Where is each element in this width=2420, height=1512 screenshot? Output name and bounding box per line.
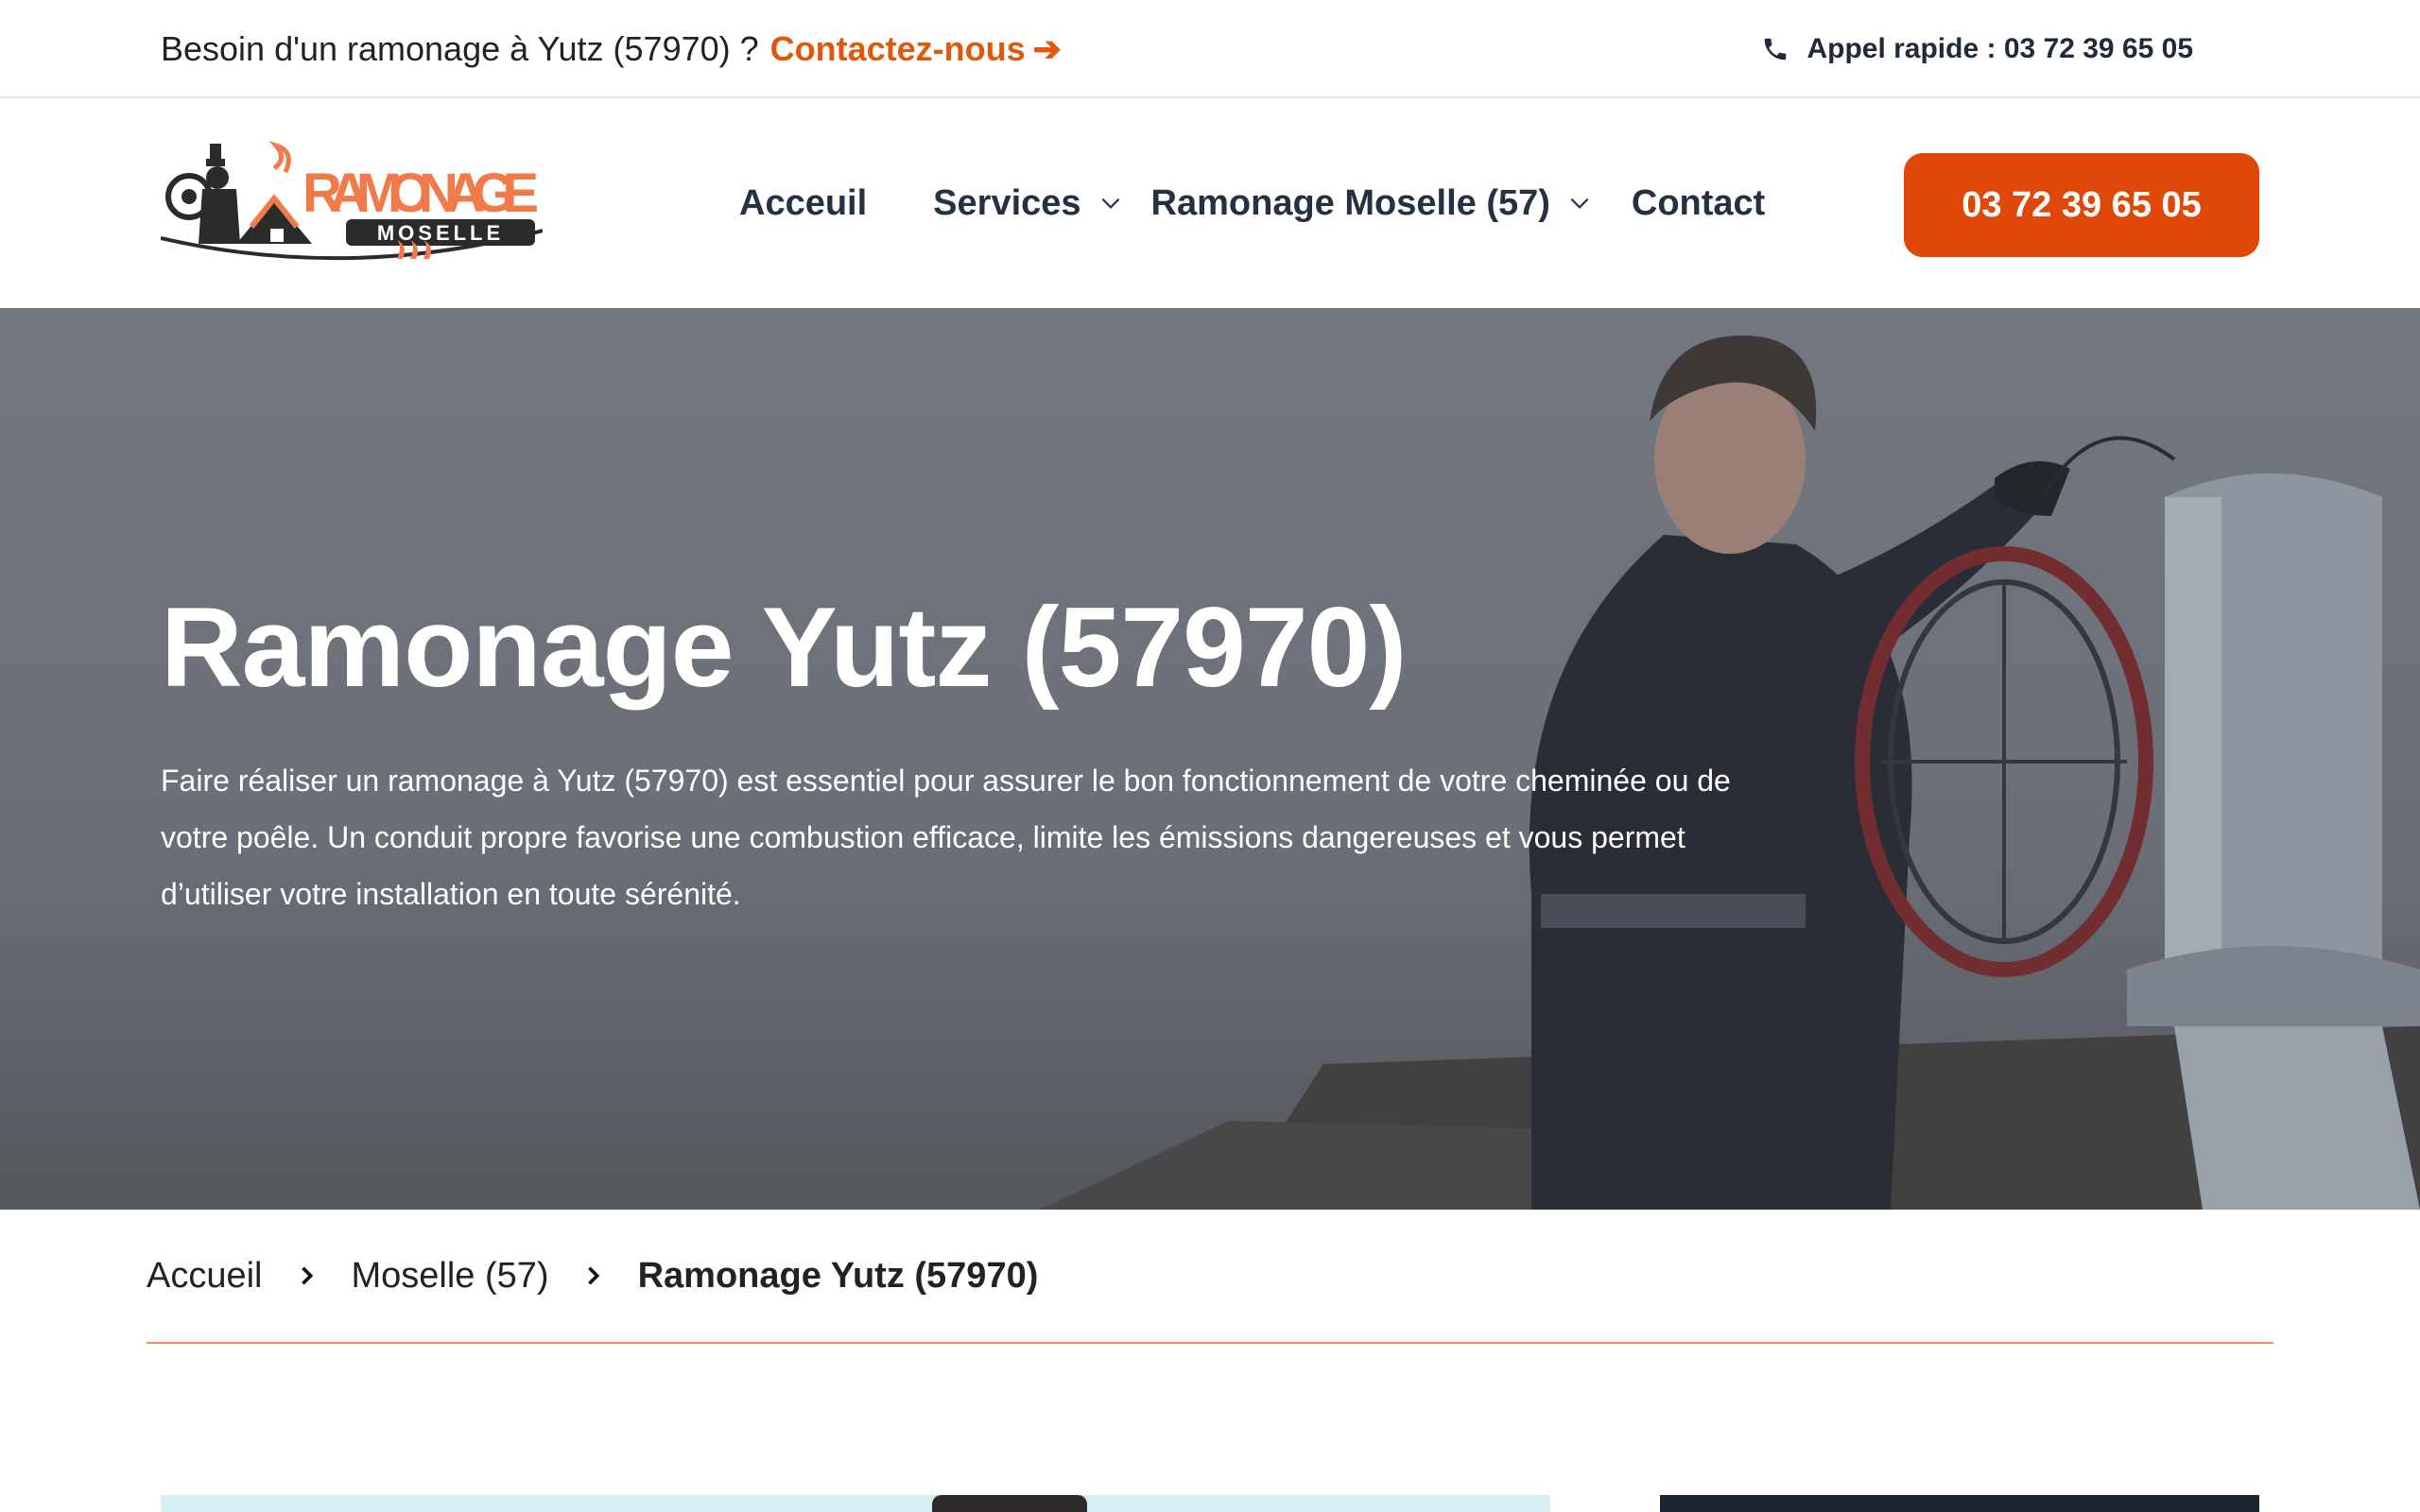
chevron-down-icon [1101, 198, 1119, 209]
breadcrumb-home[interactable]: Accueil [147, 1256, 263, 1297]
hero-title: Ramonage Yutz (57970) [161, 584, 1407, 711]
top-bar: Besoin d'un ramonage à Yutz (57970) ? Co… [0, 0, 2420, 98]
quick-call-text: Appel rapide : 03 72 39 65 05 [1806, 33, 2193, 64]
nav-item-services[interactable]: Services [933, 183, 1122, 224]
top-bar-left: Besoin d'un ramonage à Yutz (57970) ? Co… [161, 0, 1062, 98]
breadcrumb: Accueil Moselle (57) Ramonage Yutz (5797… [147, 1210, 2273, 1344]
phone-icon [1765, 38, 1787, 60]
logo-subtitle: MOSELLE [377, 221, 504, 245]
chevron-down-icon [1570, 198, 1589, 209]
chimney-sweep-icon [165, 144, 240, 244]
contact-us-label: Contactez-nous [769, 29, 1026, 68]
sidebar-card [1660, 1495, 2259, 1512]
nav-item-ramonage-moselle[interactable]: Ramonage Moselle (57) [1151, 183, 1592, 224]
breadcrumb-current: Ramonage Yutz (57970) [637, 1255, 1039, 1296]
hero-text: Faire réaliser un ramonage à Yutz (57970… [161, 764, 1731, 911]
content-image-detail [932, 1495, 1087, 1512]
arrow-right-icon: ➔ [1032, 29, 1062, 68]
chevron-right-icon [301, 1266, 313, 1285]
hero-banner: Ramonage Yutz (57970) Faire réaliser un … [0, 308, 2420, 1210]
quick-call[interactable]: Appel rapide : 03 72 39 65 05 [1761, 0, 2193, 98]
ramonage-moselle-logo[interactable]: RAMONAGE MOSELLE [161, 140, 543, 266]
nav-item-label: Contact [1631, 182, 1766, 223]
main-nav: Acceuil Services Ramonage Moselle (57) C… [739, 98, 1765, 308]
nav-item-label: Ramonage Moselle (57) [1150, 182, 1550, 223]
content-image [161, 1495, 1550, 1512]
call-phone-button[interactable]: 03 72 39 65 05 [1904, 153, 2259, 257]
nav-item-label: Acceuil [739, 182, 868, 223]
nav-item-label: Services [933, 182, 1081, 223]
nav-item-contact[interactable]: Contact [1632, 183, 1765, 224]
chevron-right-icon [587, 1266, 599, 1285]
breadcrumb-region[interactable]: Moselle (57) [352, 1256, 549, 1297]
top-bar-question: Besoin d'un ramonage à Yutz (57970) ? [161, 29, 759, 68]
nav-item-acceuil[interactable]: Acceuil [739, 183, 867, 224]
logo-title: RAMONAGE [302, 163, 539, 224]
contact-us-link[interactable]: Contactez-nous ➔ [770, 29, 1062, 69]
site-header: RAMONAGE MOSELLE Acceuil Services Ramona… [0, 98, 2420, 308]
